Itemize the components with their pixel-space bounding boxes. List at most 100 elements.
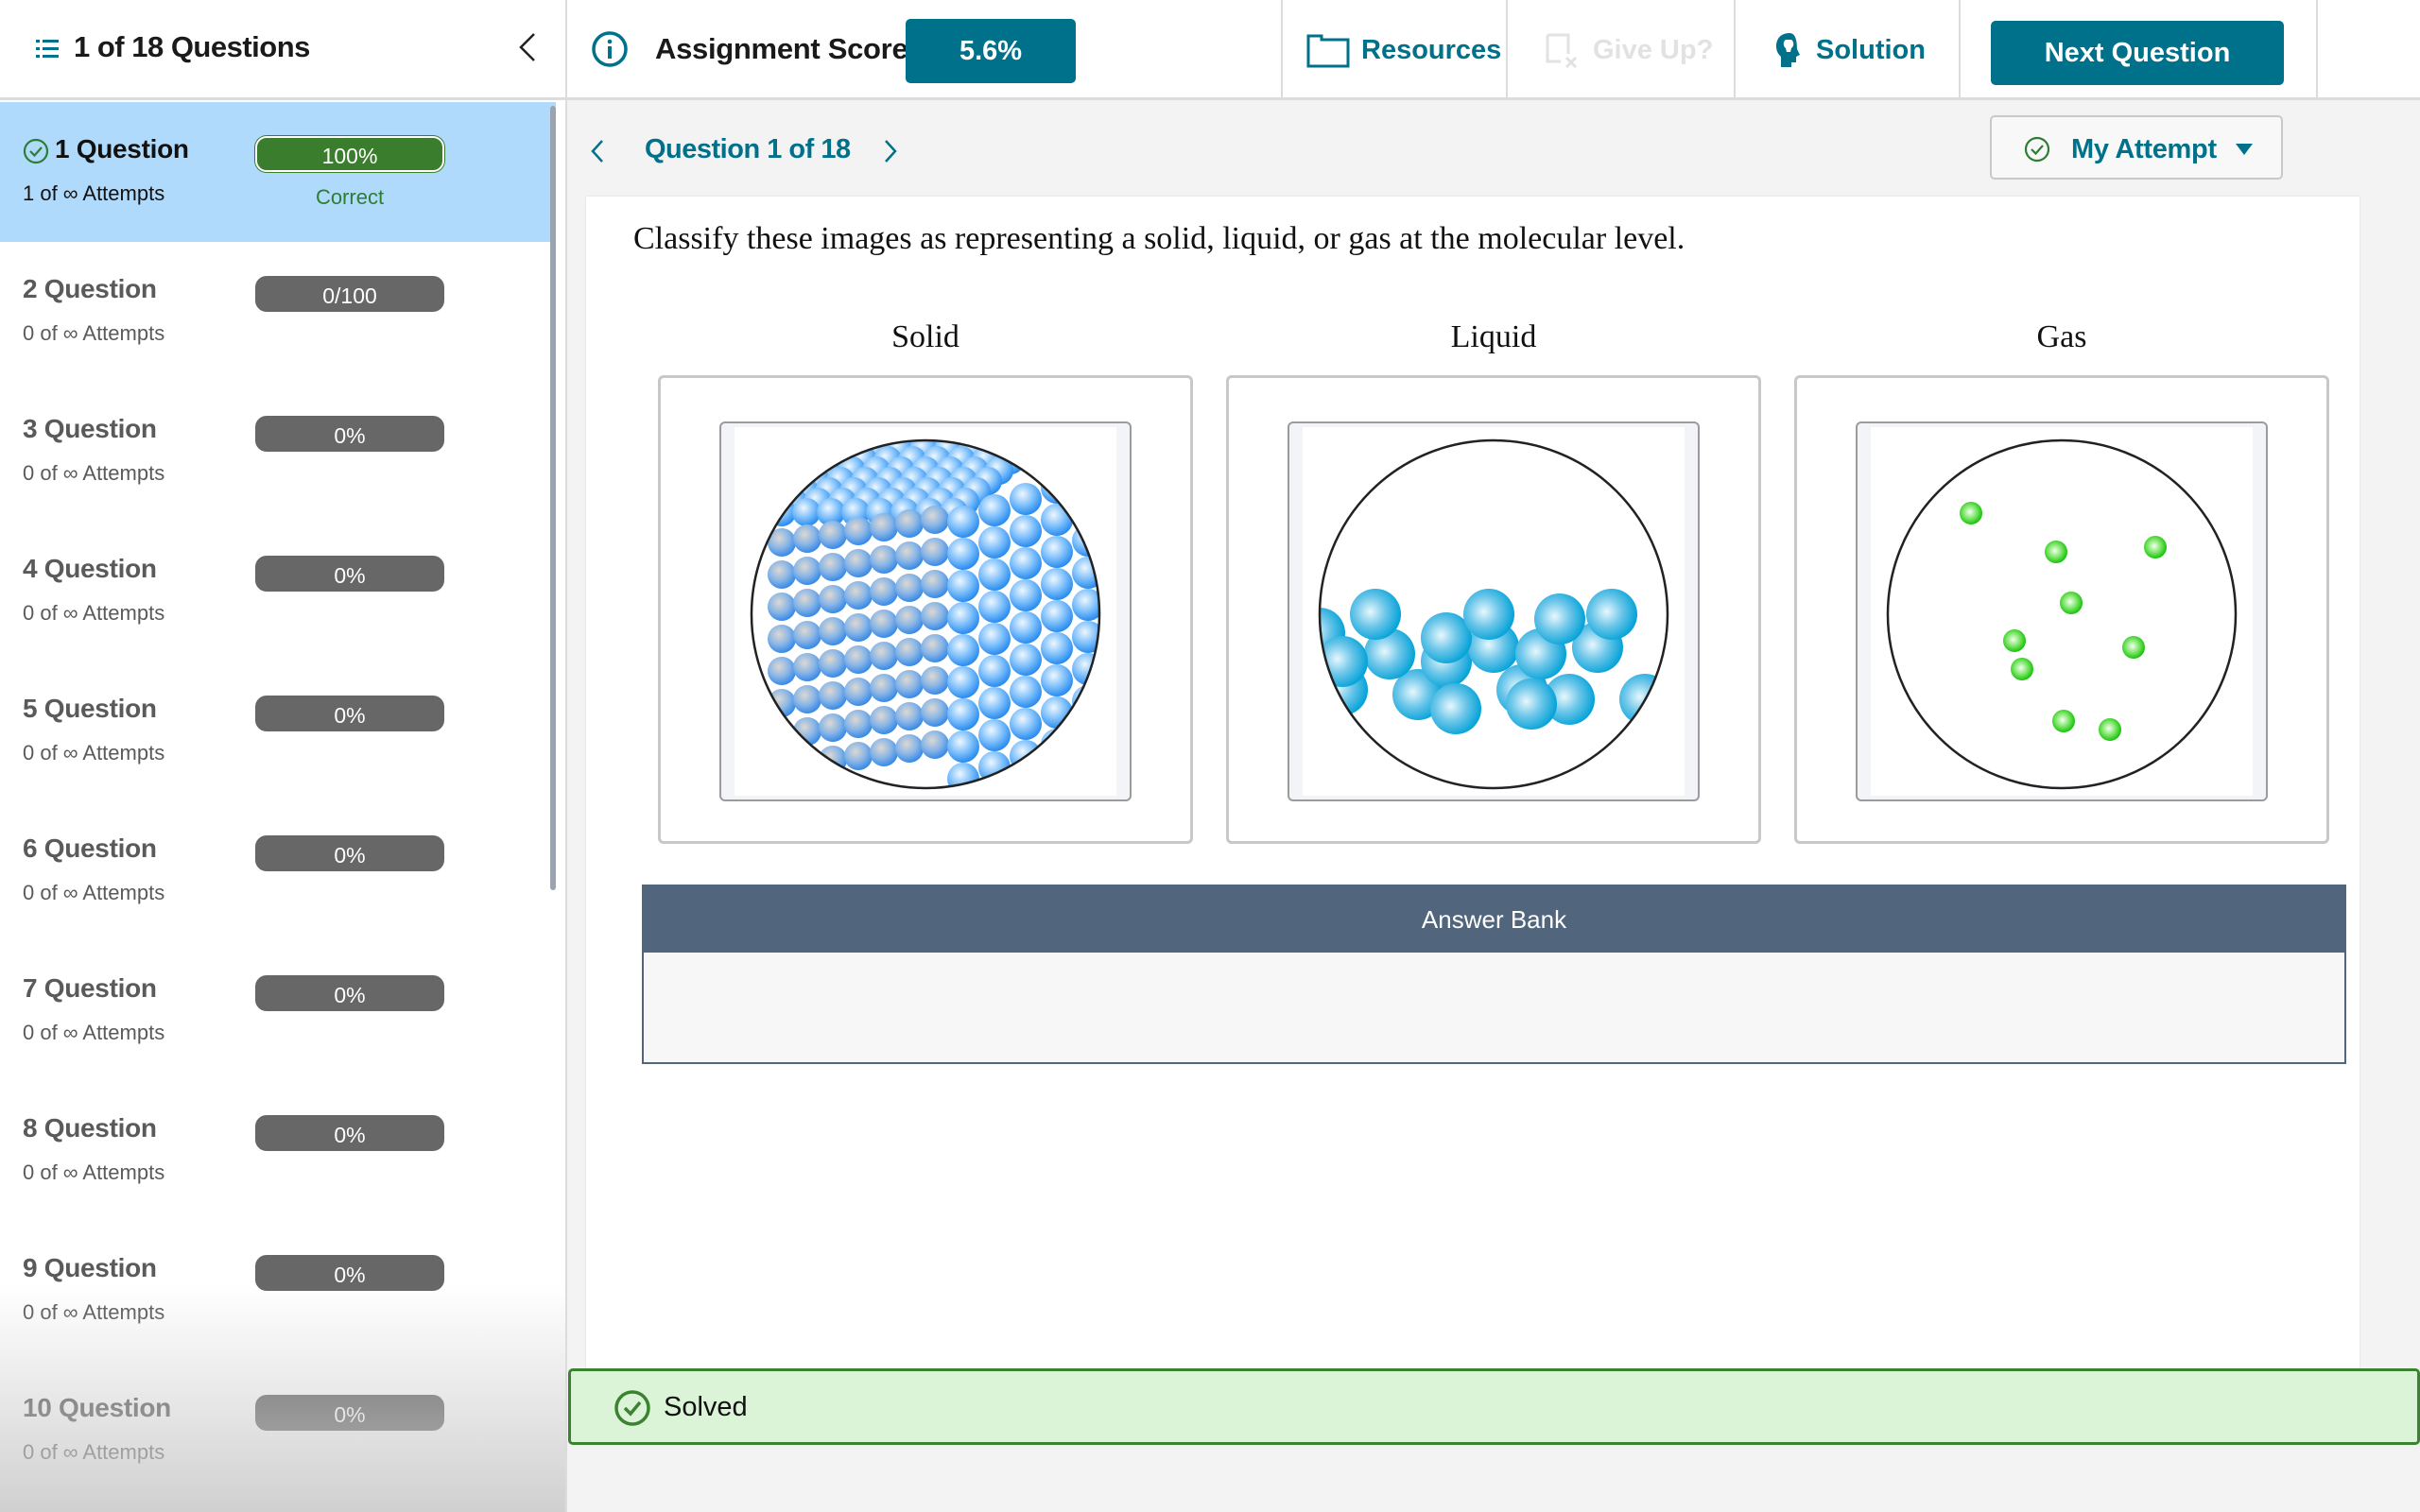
- question-label: 3 Question: [23, 414, 157, 443]
- answer-bank[interactable]: Answer Bank: [642, 885, 2346, 1064]
- particle: [921, 666, 949, 695]
- solution-label: Solution: [1816, 34, 1926, 65]
- drop-target-gas[interactable]: [1794, 375, 2329, 844]
- resources-button[interactable]: Resources: [1306, 0, 1501, 100]
- check-circle-icon: [614, 1390, 650, 1426]
- particle: [768, 560, 796, 589]
- particle: [844, 645, 873, 674]
- particle: [819, 553, 847, 581]
- particle: [819, 617, 847, 645]
- sidebar-question-item[interactable]: 1 Question 1 of ∞ Attempts 100% Correct: [0, 102, 556, 242]
- particle: [844, 549, 873, 577]
- particle: [1041, 536, 1073, 568]
- drop-target-liquid[interactable]: [1226, 375, 1761, 844]
- particle: [2099, 718, 2121, 741]
- particle: [819, 746, 847, 774]
- particle: [870, 545, 898, 574]
- answer-bank-header: Answer Bank: [644, 886, 2344, 953]
- particle: [1010, 708, 1042, 740]
- question-label: 6 Question: [23, 833, 157, 863]
- particle: [978, 494, 1011, 526]
- info-icon[interactable]: [591, 30, 629, 68]
- container-outline: [1886, 438, 2238, 790]
- sidebar-question-item[interactable]: 6 Question 0 of ∞ Attempts 0%: [0, 801, 556, 941]
- particle: [2045, 541, 2067, 563]
- particle: [1350, 589, 1401, 640]
- score-pill: 0%: [255, 556, 444, 592]
- particle: [793, 685, 821, 713]
- solid-lattice-image: [735, 427, 1116, 796]
- score-pill: 0/100: [255, 276, 444, 312]
- particle: [1010, 483, 1042, 515]
- particle: [1010, 515, 1042, 547]
- particle: [947, 602, 979, 634]
- caret-down-icon: [2236, 144, 2253, 155]
- particle: [2003, 629, 2026, 652]
- divider: [1959, 0, 1961, 100]
- sidebar-question-item[interactable]: 10 Question 0 of ∞ Attempts 0%: [0, 1361, 556, 1501]
- image-frame: [719, 421, 1132, 801]
- question-label: 1 Question: [55, 134, 189, 163]
- give-up-button[interactable]: Give Up?: [1544, 0, 1713, 100]
- particle: [947, 763, 979, 788]
- previous-question-icon[interactable]: [588, 135, 607, 167]
- particle: [921, 506, 949, 534]
- assignment-score-label: Assignment Score:: [655, 32, 918, 65]
- particle: [1010, 676, 1042, 708]
- drop-target-solid[interactable]: [658, 375, 1193, 844]
- sidebar-question-item[interactable]: 4 Question 0 of ∞ Attempts 0%: [0, 522, 556, 662]
- particle: [978, 591, 1011, 623]
- particle: [819, 681, 847, 710]
- sidebar-question-item[interactable]: 5 Question 0 of ∞ Attempts 0%: [0, 662, 556, 801]
- my-attempt-dropdown[interactable]: My Attempt: [1990, 115, 2283, 180]
- next-question-icon[interactable]: [881, 135, 900, 167]
- particle: [2052, 710, 2075, 732]
- chevron-left-icon[interactable]: [515, 30, 540, 64]
- particle: [895, 702, 924, 730]
- check-circle-icon: [2024, 136, 2050, 163]
- sidebar-scrollbar[interactable]: [550, 106, 556, 890]
- solved-banner: Solved: [568, 1368, 2420, 1445]
- next-question-button[interactable]: Next Question: [1991, 21, 2284, 85]
- question-counter[interactable]: Question 1 of 18: [645, 134, 851, 165]
- attempts-count: 0 of ∞ Attempts: [23, 601, 165, 625]
- sidebar-question-item[interactable]: 7 Question 0 of ∞ Attempts 0%: [0, 941, 556, 1081]
- particle: [895, 734, 924, 763]
- sidebar-question-item[interactable]: 3 Question 0 of ∞ Attempts 0%: [0, 382, 556, 522]
- particle: [978, 687, 1011, 719]
- particle: [947, 570, 979, 602]
- image-frame: [1856, 421, 2268, 801]
- sidebar-question-item[interactable]: 9 Question 0 of ∞ Attempts 0%: [0, 1221, 556, 1361]
- particle: [1463, 589, 1514, 640]
- divider: [1281, 0, 1283, 100]
- particle: [819, 713, 847, 742]
- question-card: Classify these images as representing a …: [586, 197, 2360, 1368]
- score-pill: 100%: [255, 136, 444, 172]
- score-pill: 0%: [255, 1395, 444, 1431]
- particle: [2060, 592, 2083, 614]
- particle: [793, 749, 821, 778]
- particle: [768, 657, 796, 685]
- particle: [1041, 664, 1073, 696]
- solution-button[interactable]: Solution: [1774, 0, 1926, 100]
- sidebar-question-item[interactable]: 8 Question 0 of ∞ Attempts 0%: [0, 1081, 556, 1221]
- particle: [921, 538, 949, 566]
- particle: [1041, 600, 1073, 632]
- score-pill: 0%: [255, 975, 444, 1011]
- particle: [1041, 729, 1073, 761]
- particle: [1072, 557, 1099, 589]
- question-sidebar: 1 of 18 Questions 1 Question 1 of ∞ Attem…: [0, 0, 567, 1512]
- particle: [844, 581, 873, 610]
- attempts-count: 0 of ∞ Attempts: [23, 1440, 165, 1464]
- particle: [895, 509, 924, 538]
- particle: [793, 557, 821, 585]
- attempts-count: 0 of ∞ Attempts: [23, 1300, 165, 1324]
- list-icon: [36, 40, 59, 58]
- particle: [921, 570, 949, 598]
- sidebar-question-item[interactable]: 2 Question 0 of ∞ Attempts 0/100: [0, 242, 556, 382]
- particle: [870, 577, 898, 606]
- particle: [844, 613, 873, 642]
- assignment-score-badge: 5.6%: [906, 19, 1076, 83]
- particle: [768, 625, 796, 653]
- particle: [1008, 440, 1036, 464]
